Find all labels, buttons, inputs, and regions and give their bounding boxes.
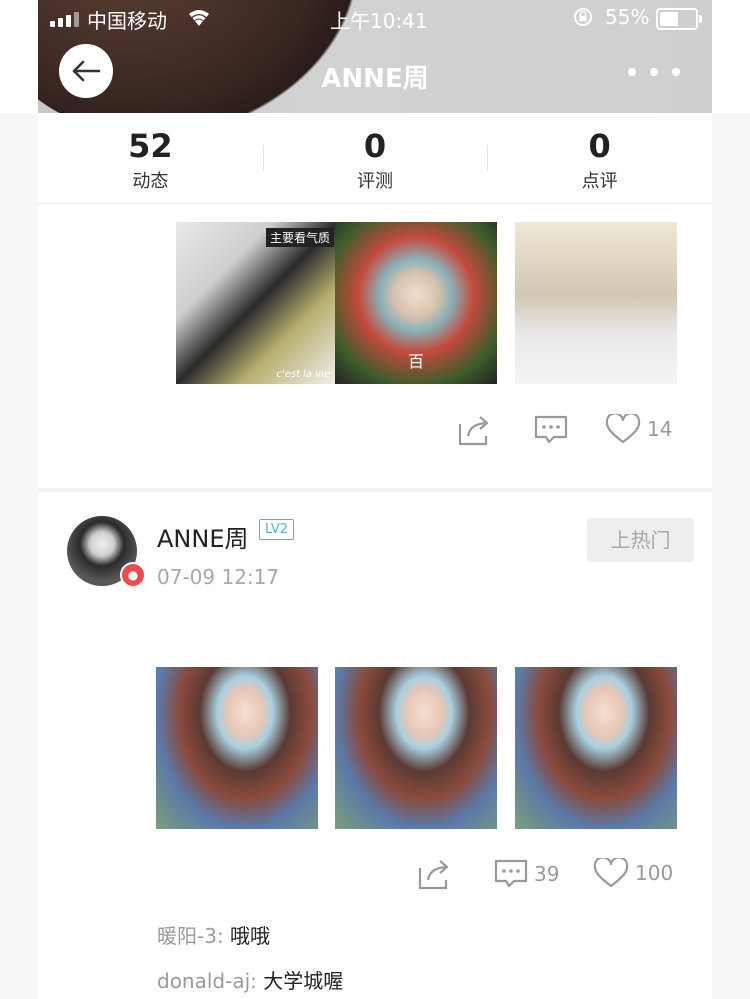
comment-icon <box>534 415 568 444</box>
clock: 上午10:41 <box>330 9 428 33</box>
stat-posts[interactable]: 52 动态 <box>38 113 263 203</box>
profile-stats: 52 动态 0 评测 0 点评 <box>38 113 712 204</box>
stat-label: 点评 <box>581 171 618 192</box>
dot-icon <box>672 68 680 76</box>
level-badge: LV2 <box>259 519 294 540</box>
post-photo[interactable] <box>156 667 318 829</box>
share-icon <box>458 416 489 446</box>
comment-text: 大学城喔 <box>263 969 344 993</box>
status-bar: 中国移动 上午10:41 55% <box>0 0 750 36</box>
stat-value: 0 <box>363 127 387 165</box>
author-name[interactable]: ANNE周 <box>157 519 249 554</box>
comment-button[interactable]: 39 <box>494 858 559 890</box>
wifi-icon <box>186 6 212 33</box>
comment-button[interactable] <box>534 414 568 446</box>
stat-value: 0 <box>588 127 611 165</box>
battery-percent: 55% <box>605 5 650 29</box>
battery-icon <box>656 8 702 30</box>
like-button[interactable]: 100 <box>593 858 673 888</box>
photo-signature: c'est la vie <box>276 369 330 380</box>
dot-icon <box>628 68 636 76</box>
like-count: 100 <box>635 861 674 885</box>
stat-comments[interactable]: 0 点评 <box>487 113 712 203</box>
share-button[interactable] <box>458 414 492 446</box>
stat-reviews[interactable]: 0 评测 <box>262 113 488 203</box>
share-icon <box>418 860 449 890</box>
post-timestamp: 07-09 12:17 <box>157 565 280 589</box>
post-photo[interactable] <box>515 667 677 829</box>
photo-stamp-text: 主要看气质 <box>265 228 334 247</box>
photo-caption: 百 <box>407 352 424 371</box>
rotation-lock-icon <box>572 6 594 33</box>
more-options-button[interactable] <box>628 60 680 84</box>
post-photo[interactable] <box>515 222 677 384</box>
comment-user[interactable]: donald-aj: <box>157 969 257 993</box>
like-count: 14 <box>647 417 673 441</box>
share-button[interactable] <box>418 858 452 890</box>
post-photo[interactable] <box>335 667 497 829</box>
comment-item[interactable]: 暖阳-3: 哦哦 <box>157 920 270 949</box>
stat-label: 动态 <box>132 171 169 192</box>
comment-icon <box>494 859 528 888</box>
stat-value: 52 <box>128 127 173 165</box>
carrier-name: 中国移动 <box>87 9 167 33</box>
stat-label: 评测 <box>357 171 393 192</box>
post-photo[interactable]: 主要看气质 c'est la vie <box>176 222 338 384</box>
comment-count: 39 <box>534 862 560 886</box>
promote-button[interactable]: 上热门 <box>587 518 694 562</box>
dot-icon <box>650 68 658 76</box>
verified-badge-icon: ● <box>120 562 146 588</box>
heart-icon <box>593 858 629 888</box>
comment-item[interactable]: donald-aj: 大学城喔 <box>157 965 343 994</box>
heart-icon <box>605 414 641 444</box>
right-margin <box>712 113 750 999</box>
screen: 中国移动 上午10:41 55% ANNE周 52 动态 0 评测 0 点评 主… <box>0 0 750 999</box>
comment-user[interactable]: 暖阳-3: <box>157 924 224 948</box>
left-margin <box>0 113 38 999</box>
signal-icon <box>50 12 79 27</box>
post-divider <box>38 488 712 492</box>
like-button[interactable]: 14 <box>605 414 672 444</box>
post-photo[interactable]: 百 <box>335 222 497 384</box>
comment-text: 哦哦 <box>230 924 271 948</box>
